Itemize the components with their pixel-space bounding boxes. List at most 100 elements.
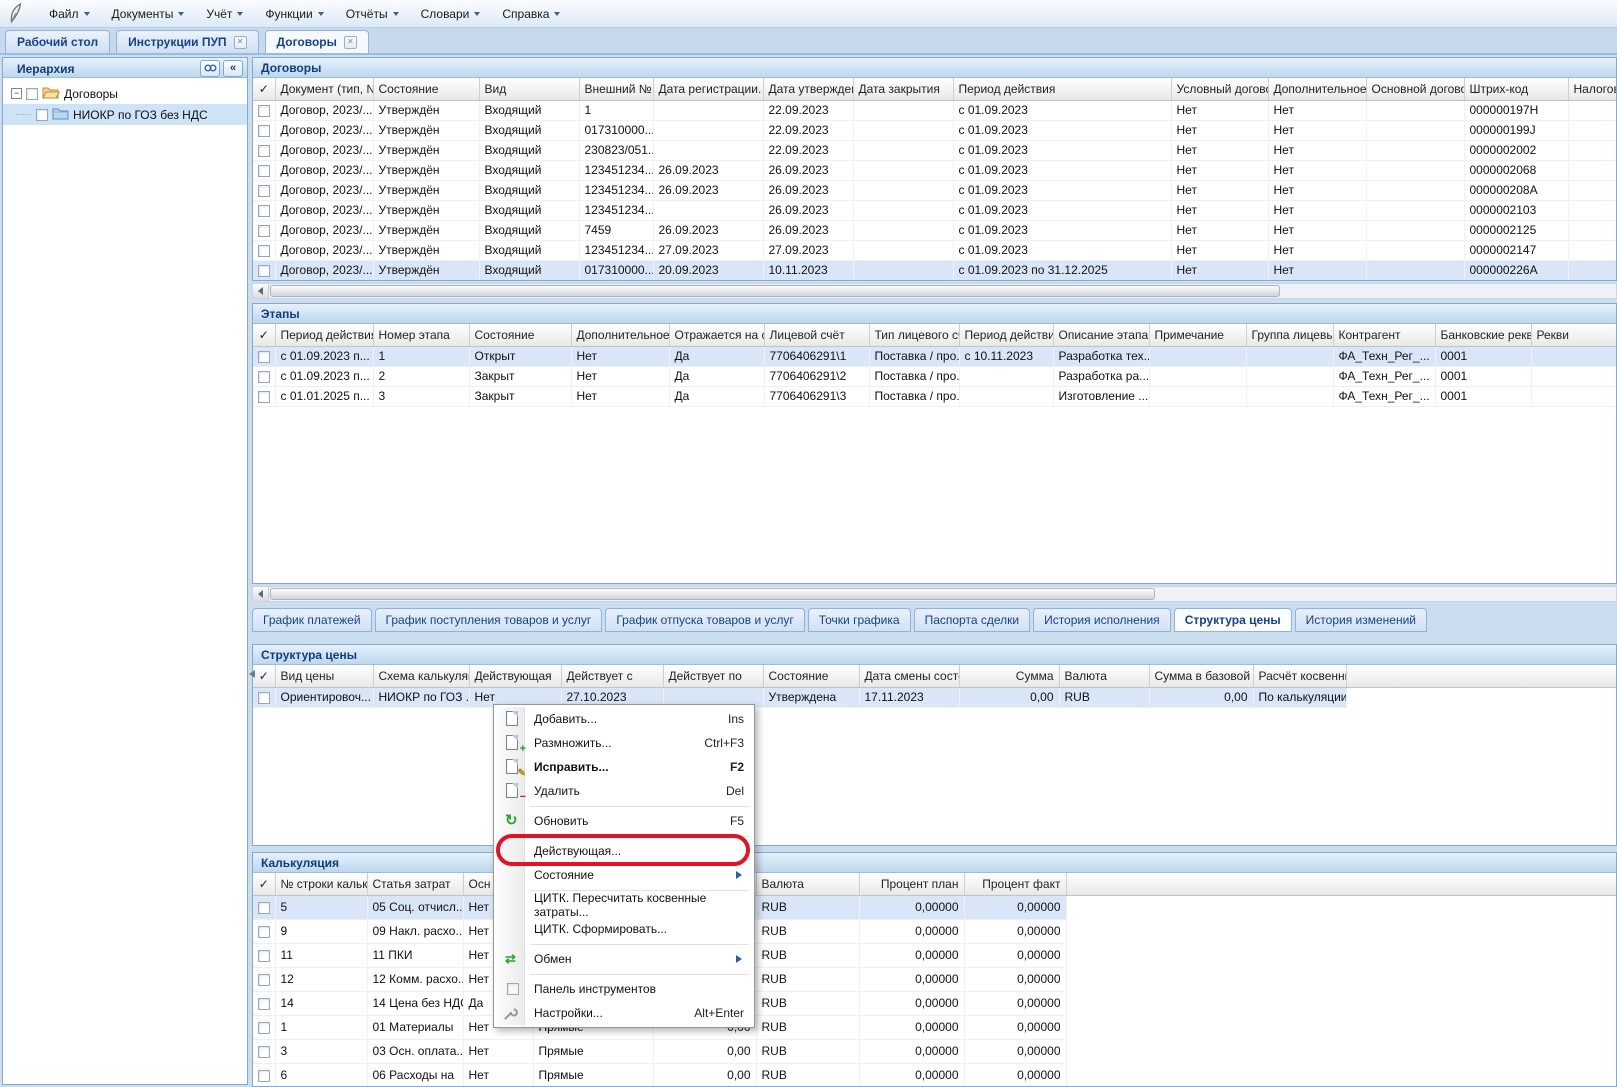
row-checkbox[interactable] <box>258 265 270 277</box>
subtab-6[interactable]: История исполнения <box>1033 608 1171 632</box>
column-header[interactable]: Сумма <box>959 665 1059 687</box>
row-checkbox[interactable] <box>258 185 270 197</box>
column-header[interactable]: ✓ <box>253 78 275 100</box>
row-checkbox[interactable] <box>258 1046 270 1058</box>
doc-tab-3[interactable]: Договоры✕ <box>265 30 369 53</box>
column-header[interactable]: Основной договор <box>1366 78 1464 100</box>
column-header[interactable]: Период действия <box>953 78 1171 100</box>
row-checkbox[interactable] <box>258 1022 270 1034</box>
column-header[interactable]: Сумма в базовой в <box>1149 665 1253 687</box>
subtab-2[interactable]: График поступления товаров и услуг <box>375 608 603 632</box>
column-header[interactable]: Процент план <box>859 873 964 895</box>
column-header[interactable]: Период действия.. <box>275 324 373 346</box>
context-menu-item-11[interactable]: ЦИТК. Пересчитать косвенные затраты... <box>496 893 752 917</box>
column-header[interactable]: Отражается на су <box>669 324 764 346</box>
column-header[interactable]: Лицевой счёт <box>764 324 869 346</box>
table-row[interactable]: Договор, 2023/...УтверждёнВходящий017310… <box>253 260 1616 280</box>
row-checkbox[interactable] <box>258 125 270 137</box>
column-header[interactable]: Расчёт косвенных <box>1253 665 1346 687</box>
scrollbar-thumb[interactable] <box>270 588 1155 600</box>
column-header[interactable]: Действующая <box>469 665 561 687</box>
column-header[interactable]: Действует по <box>663 665 763 687</box>
table-row[interactable]: Ориентировоч...НИОКР по ГОЗ ...Нет27.10.… <box>253 687 1346 707</box>
column-header[interactable]: Схема калькуляци <box>373 665 469 687</box>
table-row[interactable]: Договор, 2023/...УтверждёнВходящий745926… <box>253 220 1616 240</box>
column-header[interactable]: Банковские рекви: <box>1435 324 1531 346</box>
column-header[interactable]: Контрагент <box>1333 324 1435 346</box>
table-row[interactable]: Договор, 2023/...УтверждёнВходящий230823… <box>253 140 1616 160</box>
doc-tab-2[interactable]: Инструкции ПУП✕ <box>116 30 258 53</box>
column-header[interactable]: Документ (тип, № <box>275 78 373 100</box>
tree-item-1[interactable]: −Договоры <box>3 83 247 104</box>
menubar-item-6[interactable]: Словари <box>410 2 492 26</box>
column-header[interactable]: Период действия л <box>959 324 1053 346</box>
column-header[interactable]: Вид <box>479 78 579 100</box>
row-checkbox[interactable] <box>258 692 270 704</box>
column-header[interactable]: Дополнительное с <box>1268 78 1366 100</box>
column-header[interactable]: Налогов <box>1568 78 1616 100</box>
row-checkbox[interactable] <box>258 351 270 363</box>
context-menu-item-6[interactable]: ↻ОбновитьF5 <box>496 809 752 833</box>
context-menu-item-9[interactable]: Состояние <box>496 863 752 887</box>
column-header[interactable]: Состояние <box>373 78 479 100</box>
column-header[interactable]: Дата закрытия <box>853 78 953 100</box>
table-row[interactable]: 606 Расходы наНетПрямые0,00RUB0,000000,0… <box>253 1063 1066 1086</box>
column-header[interactable]: Примечание <box>1149 324 1246 346</box>
row-checkbox[interactable] <box>258 926 270 938</box>
table-row[interactable]: Договор, 2023/...УтверждёнВходящий123451… <box>253 240 1616 260</box>
column-header[interactable]: Дата утверждения <box>763 78 853 100</box>
column-header[interactable]: № строки калькул <box>275 873 367 895</box>
column-header[interactable]: Валюта <box>756 873 859 895</box>
column-header[interactable]: Дополнительное с <box>571 324 669 346</box>
table-row[interactable]: с 01.09.2023 п...1ОткрытНетДа7706406291\… <box>253 346 1616 366</box>
row-checkbox[interactable] <box>258 245 270 257</box>
row-checkbox[interactable] <box>258 998 270 1010</box>
column-header[interactable]: Состояние <box>763 665 859 687</box>
row-checkbox[interactable] <box>258 1070 270 1082</box>
table-row[interactable]: с 01.09.2023 п...2ЗакрытНетДа7706406291\… <box>253 366 1616 386</box>
tree-expander[interactable]: − <box>11 88 22 99</box>
menubar-item-2[interactable]: Документы <box>101 2 196 26</box>
tree-checkbox[interactable] <box>26 88 38 100</box>
row-checkbox[interactable] <box>258 165 270 177</box>
scroll-left-arrow-icon[interactable] <box>245 667 257 681</box>
binoculars-search-icon[interactable] <box>200 60 220 77</box>
subtab-5[interactable]: Паспорта сделки <box>914 608 1030 632</box>
doc-tab-1[interactable]: Рабочий стол <box>5 30 110 53</box>
column-header[interactable]: Состояние <box>469 324 571 346</box>
subtab-1[interactable]: График платежей <box>252 608 372 632</box>
row-checkbox[interactable] <box>258 391 270 403</box>
column-header[interactable]: Процент факт <box>964 873 1066 895</box>
column-header[interactable]: Дата регистрации. <box>653 78 763 100</box>
column-header[interactable]: Внешний № <box>579 78 653 100</box>
scroll-left-arrow-icon[interactable] <box>253 587 269 601</box>
subtab-7[interactable]: Структура цены <box>1174 608 1292 632</box>
menubar-item-1[interactable]: Файл <box>38 2 101 26</box>
menubar-item-7[interactable]: Справка <box>491 2 571 26</box>
context-menu-item-4[interactable]: −УдалитьDel <box>496 779 752 803</box>
context-menu-item-17[interactable]: Настройки...Alt+Enter <box>496 1001 752 1025</box>
row-checkbox[interactable] <box>258 145 270 157</box>
row-checkbox[interactable] <box>258 371 270 383</box>
row-checkbox[interactable] <box>258 205 270 217</box>
scrollbar-thumb[interactable] <box>270 285 1280 297</box>
menubar-item-4[interactable]: Функции <box>254 2 334 26</box>
menubar-item-5[interactable]: Отчёты <box>335 2 410 26</box>
context-menu-item-16[interactable]: Панель инструментов <box>496 977 752 1001</box>
table-row[interactable]: Договор, 2023/...УтверждёнВходящий123451… <box>253 180 1616 200</box>
column-header[interactable]: Тип лицевого счёт <box>869 324 959 346</box>
column-header[interactable]: ✓ <box>253 324 275 346</box>
column-header[interactable]: Номер этапа <box>373 324 469 346</box>
tab-close-icon[interactable]: ✕ <box>234 36 247 49</box>
column-header[interactable]: Рекви <box>1531 324 1616 346</box>
context-menu-item-1[interactable]: Добавить...Ins <box>496 707 752 731</box>
column-header[interactable]: Действует с <box>561 665 663 687</box>
context-menu-item-3[interactable]: ✎Исправить...F2 <box>496 755 752 779</box>
column-header[interactable]: Статья затрат <box>367 873 463 895</box>
tab-close-icon[interactable]: ✕ <box>344 36 357 49</box>
column-header[interactable]: Вид цены <box>275 665 373 687</box>
menubar-item-3[interactable]: Учёт <box>195 2 254 26</box>
column-header[interactable]: ✓ <box>253 873 275 895</box>
column-header[interactable]: Штрих-код <box>1464 78 1568 100</box>
table-row[interactable]: Договор, 2023/...УтверждёнВходящий017310… <box>253 120 1616 140</box>
